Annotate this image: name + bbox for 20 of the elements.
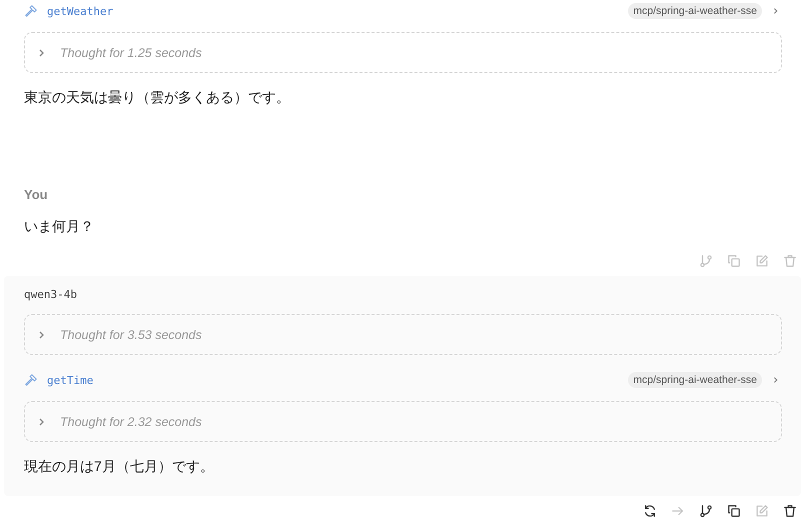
hammer-icon [24,373,38,387]
branch-icon[interactable] [699,504,713,518]
message-text: 東京の天気は曇り（雲が多くある）です。 [24,89,291,107]
author-name: You [24,187,49,202]
thought-toggle[interactable]: Thought for 1.25 seconds [24,32,782,73]
thought-toggle[interactable]: Thought for 2.32 seconds [24,401,782,442]
tool-name[interactable]: getTime [47,374,94,386]
chevron-right-icon[interactable] [772,6,780,16]
delete-icon[interactable] [783,504,797,518]
server-tag: mcp/spring-ai-weather-sse [628,3,762,19]
model-name: qwen3-4b [24,288,78,301]
copy-icon[interactable] [727,504,741,518]
server-tag: mcp/spring-ai-weather-sse [628,372,762,388]
chevron-right-icon[interactable] [772,375,780,385]
message-text: 現在の月は7月（七月）です。 [24,458,215,476]
hammer-icon [24,4,38,18]
message-text: いま何月？ [24,218,95,236]
refresh-icon[interactable] [643,504,657,518]
thought-toggle[interactable]: Thought for 3.53 seconds [24,314,782,355]
tool-name[interactable]: getWeather [47,4,114,18]
